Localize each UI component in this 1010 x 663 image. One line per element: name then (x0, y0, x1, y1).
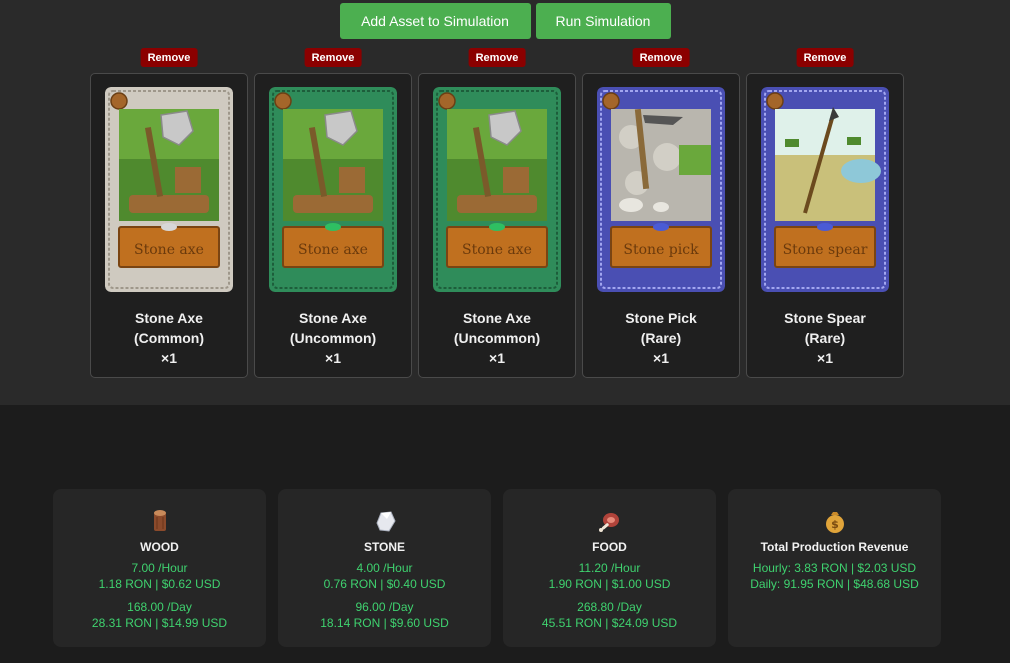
asset-name: Stone Axe (135, 310, 203, 326)
action-bar: Add Asset to Simulation Run Simulation (0, 3, 1010, 39)
asset-card: Stone pick Stone Pick (Rare) ×1 (582, 73, 740, 378)
wood-icon (153, 510, 166, 531)
card-art-stone-axe: Stone axe (105, 87, 233, 292)
asset-card: Stone spear Stone Spear (Rare) ×1 (746, 73, 904, 378)
remove-button[interactable]: Remove (796, 48, 854, 67)
simulation-panel: Add Asset to Simulation Run Simulation R… (0, 0, 1010, 405)
asset-name: Stone Axe (463, 310, 531, 326)
asset-rarity: (Uncommon) (289, 330, 377, 346)
remove-button[interactable]: Remove (468, 48, 526, 67)
food-icon (598, 513, 619, 532)
add-asset-button[interactable]: Add Asset to Simulation (339, 3, 531, 39)
asset-card: Stone axe Stone Axe (Uncommon) ×1 (254, 73, 412, 378)
asset-quantity: ×1 (817, 350, 833, 366)
asset-rarity: (Uncommon) (453, 330, 541, 346)
card-art-stone-spear: Stone spear (761, 87, 889, 292)
stone-icon (375, 511, 396, 532)
asset-quantity: ×1 (653, 350, 669, 366)
asset-name: Stone Axe (299, 310, 367, 326)
asset-rarity: (Common) (134, 330, 204, 346)
card-art-stone-axe: Stone axe (433, 87, 561, 292)
remove-button[interactable]: Remove (304, 48, 362, 67)
remove-button[interactable]: Remove (140, 48, 198, 67)
stat-title: WOOD (140, 540, 179, 554)
asset-rarity: (Rare) (640, 330, 682, 346)
hourly-value: 1.90 RON | $1.00 USD (548, 577, 671, 591)
hourly-rate: 11.20 /Hour (578, 561, 641, 575)
daily-value: 18.14 RON | $9.60 USD (320, 616, 449, 630)
daily-rate: 268.80 /Day (577, 600, 642, 614)
daily-revenue: Daily: 91.95 RON | $48.68 USD (750, 577, 919, 591)
asset-quantity: ×1 (325, 350, 341, 366)
asset-rarity: (Rare) (804, 330, 846, 346)
asset-quantity: ×1 (161, 350, 177, 366)
card-art-stone-pick: Stone pick (597, 87, 725, 292)
revenue-stat-card: $ Total Production Revenue Hourly: 3.83 … (728, 489, 941, 647)
asset-quantity: ×1 (489, 350, 505, 366)
asset-card: Stone axe Stone Axe (Common) ×1 (90, 73, 248, 378)
asset-card: Stone axe Stone Axe (Uncommon) ×1 (418, 73, 576, 378)
card-art-stone-axe: Stone axe (269, 87, 397, 292)
daily-rate: 168.00 /Day (127, 600, 192, 614)
stat-title: Total Production Revenue (760, 540, 909, 554)
svg-text:$: $ (831, 518, 839, 531)
card-art-label: Stone spear (783, 242, 868, 258)
hourly-rate: 7.00 /Hour (131, 561, 188, 575)
daily-rate: 96.00 /Day (355, 600, 414, 614)
hourly-revenue: Hourly: 3.83 RON | $2.03 USD (752, 561, 917, 575)
hourly-value: 1.18 RON | $0.62 USD (98, 577, 221, 591)
card-art-label: Stone axe (462, 242, 532, 258)
production-stats: WOOD 7.00 /Hour 1.18 RON | $0.62 USD 168… (53, 489, 941, 647)
hourly-value: 0.76 RON | $0.40 USD (323, 577, 446, 591)
card-art-label: Stone pick (623, 242, 699, 258)
wood-stat-card: WOOD 7.00 /Hour 1.18 RON | $0.62 USD 168… (53, 489, 266, 647)
stone-stat-card: STONE 4.00 /Hour 0.76 RON | $0.40 USD 96… (278, 489, 491, 647)
asset-name: Stone Spear (784, 310, 866, 326)
daily-value: 45.51 RON | $24.09 USD (541, 616, 678, 630)
money-bag-icon: $ (825, 512, 844, 533)
stat-title: FOOD (592, 540, 627, 554)
stat-title: STONE (363, 540, 406, 554)
hourly-rate: 4.00 /Hour (356, 561, 413, 575)
remove-button[interactable]: Remove (632, 48, 690, 67)
food-stat-card: FOOD 11.20 /Hour 1.90 RON | $1.00 USD 26… (503, 489, 716, 647)
asset-name: Stone Pick (625, 310, 697, 326)
card-art-label: Stone axe (298, 242, 368, 258)
daily-value: 28.31 RON | $14.99 USD (91, 616, 228, 630)
card-art-label: Stone axe (134, 242, 204, 258)
run-simulation-button[interactable]: Run Simulation (535, 3, 671, 39)
